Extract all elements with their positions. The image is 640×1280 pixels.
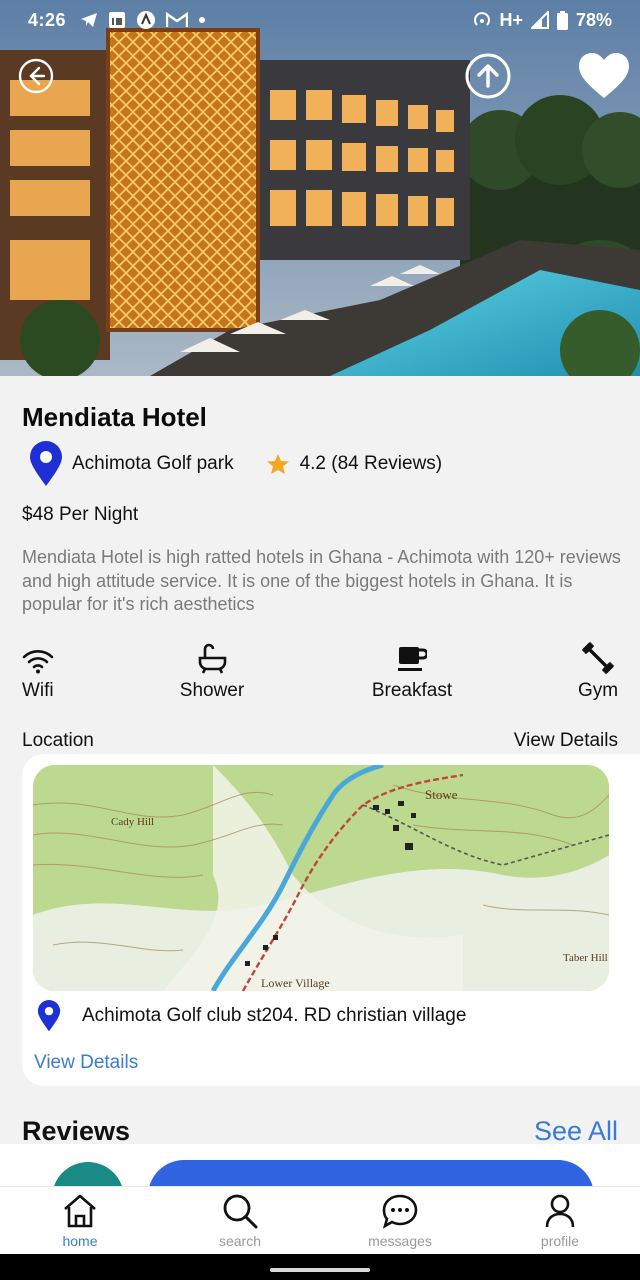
home-gesture-handle[interactable] (270, 1268, 370, 1272)
back-button[interactable] (18, 58, 54, 94)
map-label: Lower Village (261, 976, 330, 990)
action-bar (0, 1144, 640, 1186)
arrow-up-circle-icon (465, 53, 511, 99)
amenity-label: Gym (577, 680, 619, 701)
bathtub-icon (196, 640, 228, 674)
signal-icon (530, 11, 549, 29)
location-header: Location View Details (22, 730, 618, 752)
rating-text: 4.2 (84 Reviews) (299, 453, 443, 474)
nav-label: messages (368, 1233, 432, 1249)
hotel-hero-image: 4:26 H+ 78% (0, 0, 640, 376)
hotel-address: Achimota Golf club st204. RD christian v… (82, 1005, 467, 1026)
location-title: Location (22, 730, 94, 751)
status-bar: 4:26 H+ 78% (0, 0, 640, 40)
status-right: H+ 78% (473, 10, 612, 31)
nav-search[interactable]: search (180, 1193, 300, 1249)
map-label: Cady Hill (111, 816, 154, 828)
search-icon (223, 1194, 258, 1229)
hotel-name: Mendiata Hotel (22, 402, 207, 432)
dumbbell-icon (582, 640, 614, 674)
address-row: Achimota Golf club st204. RD christian v… (36, 1000, 466, 1032)
arrow-left-circle-icon (18, 58, 54, 94)
map-label: Taber Hill (563, 952, 608, 964)
amenity-wifi: Wifi (22, 640, 54, 702)
amenity-breakfast: Breakfast (364, 640, 460, 702)
system-navigation-bar (0, 1254, 640, 1280)
linkedin-icon (109, 12, 126, 28)
share-button[interactable] (464, 52, 512, 100)
nav-messages[interactable]: messages (340, 1193, 460, 1249)
location-card: Cady Hill Stowe Lower Village Taber Hill… (22, 754, 640, 1086)
nav-profile[interactable]: profile (500, 1193, 620, 1249)
location-rating-row: Achimota Golf park 4.2 (84 Reviews) (22, 440, 442, 488)
user-icon (545, 1194, 575, 1228)
nav-home[interactable]: home (20, 1193, 140, 1249)
hotel-photo (0, 0, 640, 376)
amenity-label: Breakfast (371, 680, 453, 701)
nav-label: search (218, 1233, 262, 1249)
amenity-label: Shower (179, 680, 245, 701)
bottom-nav: home search messages profile (0, 1186, 640, 1254)
map-label: Stowe (425, 787, 458, 802)
status-time: 4:26 (28, 9, 67, 30)
amenity-shower: Shower (172, 640, 252, 702)
round-action-button[interactable] (52, 1162, 124, 1186)
location-map[interactable]: Cady Hill Stowe Lower Village Taber Hill (33, 765, 609, 991)
battery-icon (556, 10, 568, 30)
hotspot-icon (474, 12, 491, 26)
location-view-details-link[interactable]: View Details (514, 730, 618, 752)
location-pin-icon (22, 441, 70, 487)
rating: 4.2 (84 Reviews) (266, 453, 443, 475)
home-icon (64, 1194, 96, 1228)
book-button[interactable] (148, 1160, 594, 1186)
wifi-icon (22, 640, 54, 674)
price-per-night: $48 Per Night (22, 504, 139, 525)
battery-level: 78% (575, 9, 612, 30)
notification-icons (80, 10, 206, 30)
star-icon (266, 454, 289, 474)
network-type: H+ (499, 9, 523, 30)
hotel-location: Achimota Golf park (72, 453, 234, 474)
telegram-icon (81, 13, 98, 27)
favorite-button[interactable] (576, 50, 632, 102)
gmail-icon (166, 12, 189, 27)
coffee-cup-icon (397, 640, 427, 674)
reviews-title: Reviews (22, 1116, 131, 1146)
amenity-label: Wifi (22, 680, 54, 701)
amenities-row: Wifi Shower Breakfast Gym (0, 640, 640, 710)
nav-label: profile (540, 1233, 580, 1249)
amenity-gym: Gym (572, 640, 624, 702)
app-notification-icon (137, 11, 156, 29)
more-notifications-dot-icon (199, 17, 206, 23)
chat-bubble-icon (382, 1194, 418, 1229)
map-view-details-link[interactable]: View Details (34, 1052, 138, 1074)
reviews-see-all-link[interactable]: See All (534, 1116, 618, 1147)
hotel-description: Mendiata Hotel is high ratted hotels in … (22, 547, 621, 614)
nav-label: home (62, 1233, 98, 1249)
location-pin-icon (37, 1000, 61, 1032)
heart-icon (579, 53, 629, 98)
